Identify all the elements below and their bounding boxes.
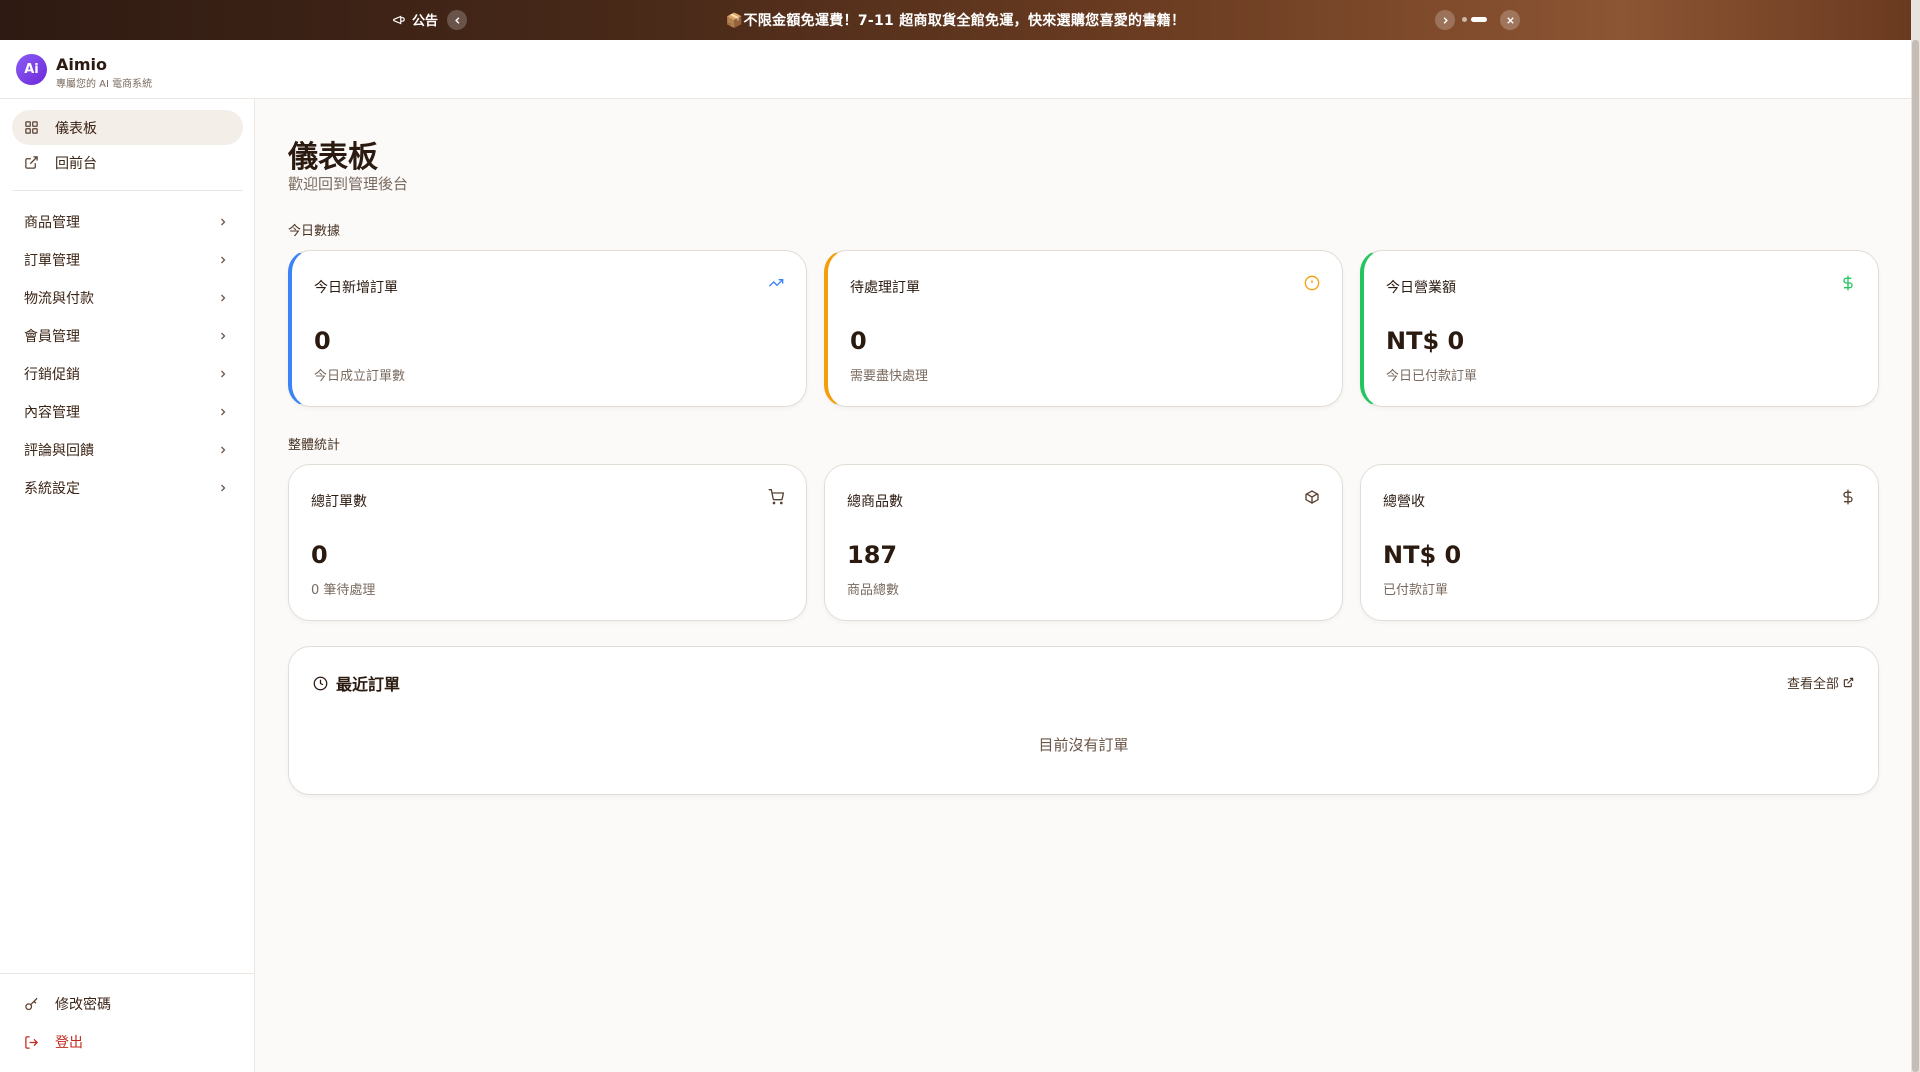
chevron-right-icon [221, 294, 226, 302]
view-all-orders-link[interactable]: 查看全部 [1787, 673, 1854, 692]
announcement-pagination[interactable] [1462, 17, 1487, 22]
chevron-right-icon [221, 408, 226, 416]
sidebar: 儀表板 回前台 商品管理 訂單管理 物流與付款 會員管理 行銷促銷 內容管理 評… [0, 99, 255, 1072]
pagination-dot[interactable] [1462, 17, 1467, 22]
change-password-label: 修改密碼 [55, 997, 111, 1013]
brand-name[interactable]: Aimio [56, 55, 107, 74]
trending-up-icon [768, 279, 784, 287]
close-icon [1506, 16, 1514, 24]
sidebar-group-products[interactable]: 商品管理 [12, 203, 243, 241]
chevron-right-icon [221, 332, 226, 340]
sidebar-divider [12, 190, 243, 191]
recent-orders-panel: 最近訂單 查看全部 目前沒有訂單 [288, 646, 1879, 795]
key-icon [25, 997, 38, 1010]
sidebar-item-storefront[interactable]: 回前台 [12, 145, 243, 180]
dollar-icon [1843, 489, 1853, 505]
pagination-dot-active[interactable] [1471, 17, 1487, 22]
sidebar-group-content[interactable]: 內容管理 [12, 393, 243, 431]
sidebar-group-settings[interactable]: 系統設定 [12, 469, 243, 507]
brand-tagline: 專屬您的 AI 電商系統 [56, 79, 153, 90]
logout-icon [25, 1035, 39, 1049]
logout-label: 登出 [55, 1035, 83, 1051]
overall-section-label: 整體統計 [288, 438, 341, 453]
main-content: 儀表板 歡迎回到管理後台 今日數據 今日新增訂單 0 今日成立訂單數 待處理訂單… [256, 100, 1911, 1072]
announcement-close-button[interactable] [1500, 10, 1520, 30]
change-password-button[interactable]: 修改密碼 [12, 985, 243, 1023]
page-subtitle: 歡迎回到管理後台 [288, 175, 409, 193]
page-title: 儀表板 [288, 140, 378, 175]
chevron-right-icon [1443, 16, 1448, 24]
logout-button[interactable]: 登出 [12, 1023, 243, 1061]
external-link-icon [1843, 677, 1854, 688]
app-header: Ai Aimio 專屬您的 AI 電商系統 [0, 40, 1911, 99]
external-link-icon [25, 156, 38, 169]
page-scrollbar[interactable] [1911, 0, 1920, 1072]
sidebar-group-shipping-payment[interactable]: 物流與付款 [12, 279, 243, 317]
package-icon [1305, 490, 1319, 504]
chevron-right-icon [221, 218, 226, 226]
today-section-label: 今日數據 [288, 224, 341, 239]
card-total-products: 總商品數 187 商品總數 [824, 464, 1343, 621]
card-total-revenue: 總營收 NT$ 0 已付款訂單 [1360, 464, 1879, 621]
sidebar-group-orders[interactable]: 訂單管理 [12, 241, 243, 279]
clock-icon [313, 676, 328, 690]
card-today-new-orders: 今日新增訂單 0 今日成立訂單數 [288, 250, 807, 407]
alert-circle-icon [1304, 275, 1320, 291]
chevron-right-icon [221, 446, 226, 454]
announcement-bar: 公告 📦不限金額免運費！7-11 超商取貨全館免運，快來選購您喜愛的書籍！ [0, 0, 1911, 40]
card-total-orders: 總訂單數 0 0 筆待處理 [288, 464, 807, 621]
sidebar-group-marketing[interactable]: 行銷促銷 [12, 355, 243, 393]
announcement-message[interactable]: 📦不限金額免運費！7-11 超商取貨全館免運，快來選購您喜愛的書籍！ [0, 10, 1911, 30]
chevron-right-icon [221, 484, 226, 492]
sidebar-item-dashboard[interactable]: 儀表板 [12, 110, 243, 145]
announcement-next-button[interactable] [1435, 10, 1455, 30]
sidebar-item-label: 儀表板 [55, 120, 97, 137]
cart-icon [768, 489, 784, 505]
sidebar-bottom-divider [0, 973, 255, 974]
chevron-right-icon [221, 256, 226, 264]
dashboard-icon [25, 121, 38, 134]
card-pending-orders: 待處理訂單 0 需要盡快處理 [824, 250, 1343, 407]
scrollbar-thumb[interactable] [1912, 40, 1919, 1072]
chevron-right-icon [221, 370, 226, 378]
recent-orders-title: 最近訂單 [313, 671, 400, 695]
sidebar-group-reviews[interactable]: 評論與回饋 [12, 431, 243, 469]
dollar-icon [1843, 275, 1853, 291]
card-today-revenue: 今日營業額 NT$ 0 今日已付款訂單 [1360, 250, 1879, 407]
sidebar-group-members[interactable]: 會員管理 [12, 317, 243, 355]
brand-logo[interactable]: Ai [16, 54, 47, 85]
sidebar-item-label: 回前台 [55, 155, 97, 172]
empty-orders-message: 目前沒有訂單 [1038, 736, 1129, 754]
